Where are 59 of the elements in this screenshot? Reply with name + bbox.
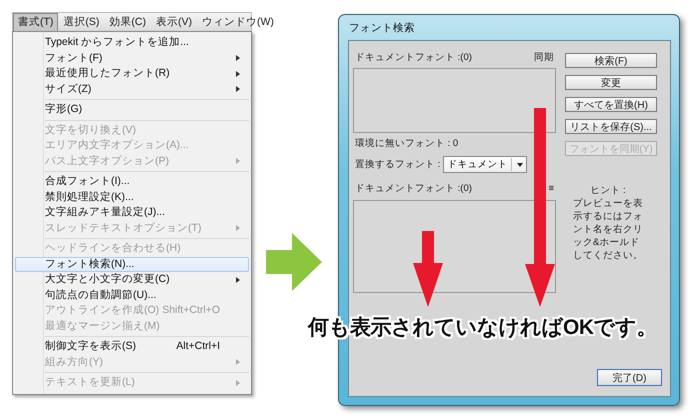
menu-item-label: 最近使用したフォント(R) (45, 67, 171, 80)
menu-item[interactable]: Typekit からフォントを追加... (15, 35, 249, 50)
dialog-button[interactable]: 変更 (565, 75, 657, 90)
menu-item-label: 字形(G) (45, 103, 84, 116)
replace-font-label: 置換するフォント : (355, 158, 440, 171)
menu-item[interactable]: 禁則処理設定(K)... (15, 190, 249, 205)
menu-item-label: 禁則処理設定(K)... (45, 190, 135, 204)
menu-item[interactable]: フォント検索(N)... (15, 256, 249, 272)
down-arrow-icon (525, 108, 555, 307)
document-font-list[interactable] (353, 68, 556, 133)
menu-item[interactable]: サイズ(Z) (15, 82, 249, 97)
menu-item[interactable]: フォント(F) (15, 50, 249, 66)
sync-label: 同期 (534, 51, 554, 64)
menu-bar-item[interactable]: ウィンドウ(W) (197, 13, 279, 31)
dialog-button[interactable]: 検索(F) (565, 53, 657, 68)
down-arrow-icon (413, 231, 443, 307)
menu-item-label: テキストを更新(L) (45, 376, 136, 390)
menu-item-label: 文字組みアキ量設定(J)... (45, 206, 166, 220)
right-arrow-icon (266, 233, 322, 291)
window-title: フォント検索 (348, 21, 416, 36)
hint-title: ヒント : (589, 184, 627, 197)
list-menu-icon[interactable]: ≡ (548, 183, 554, 194)
menu-bar-item[interactable]: 書式(T) (13, 13, 58, 31)
menu-item-label: サイズ(Z) (45, 82, 92, 96)
menu-item-label: パス上文字オプション(P) (45, 154, 170, 168)
menu-bar-item[interactable]: 効果(C) (104, 13, 151, 31)
menu-item[interactable]: 最近使用したフォント(R) (15, 66, 249, 82)
menu-item[interactable]: 文字組みアキ量設定(J)... (15, 205, 249, 220)
dialog-button[interactable]: すべてを置換(H) (565, 97, 657, 112)
menu-item[interactable]: 大文字と小文字の変更(C) (15, 272, 249, 288)
menu-item-label: Typekit からフォントを追加... (45, 36, 190, 50)
shortcut-label: Shift+Ctrl+O (162, 304, 220, 318)
dialog-button[interactable]: リストを保存(S)... (565, 119, 657, 134)
menu-item[interactable]: 字形(G) (15, 102, 249, 118)
menu-item-label: スレッドテキストオプション(T) (45, 222, 202, 235)
menu-item-label: 最適なマージン揃え(M) (45, 320, 161, 333)
replace-font-dropdown[interactable]: ドキュメント (443, 156, 528, 173)
menu-item[interactable]: 句読点の自動調節(U)... (15, 288, 249, 303)
menu-item-label: アウトラインを作成(O) (45, 304, 160, 318)
menu-item-label: 制御文字を表示(S) (45, 340, 137, 354)
menu-item-label: 文字を切り換え(V) (45, 124, 137, 137)
menu-item-label: フォント(F) (45, 52, 104, 65)
menu-item-label: 句読点の自動調節(U)... (45, 288, 158, 302)
menu-item[interactable]: 制御文字を表示(S) Alt+Ctrl+I (15, 339, 249, 354)
menu-item-label: ヘッドラインを合わせる(H) (45, 242, 182, 256)
menu-bar-item[interactable]: 表示(V) (151, 13, 197, 31)
menu-item-label: フォント検索(N)... (45, 258, 136, 271)
document-fonts-label: ドキュメントフォント :(0) (355, 51, 472, 64)
menu-item-label: 大文字と小文字の変更(C) (45, 273, 171, 286)
menu-item-label: 組み方向(Y) (45, 356, 104, 369)
menu-item-label: エリア内文字オプション(A)... (45, 139, 190, 152)
replace-fonts-label: ドキュメントフォント :(0) (355, 182, 472, 195)
menu-item[interactable]: 合成フォント(I)... (15, 174, 249, 190)
shortcut-label: Alt+Ctrl+I (176, 340, 220, 354)
menu-item-label: 合成フォント(I)... (45, 175, 131, 188)
missing-fonts-label: 環境に無いフォント : 0 (355, 137, 458, 150)
done-button[interactable]: 完了(D) (597, 369, 662, 386)
menu-bar-item[interactable]: 選択(S) (58, 13, 104, 31)
hint-text: プレビューを表示するにはフォント名を右クリック&ホールドしてください。 (573, 197, 643, 262)
